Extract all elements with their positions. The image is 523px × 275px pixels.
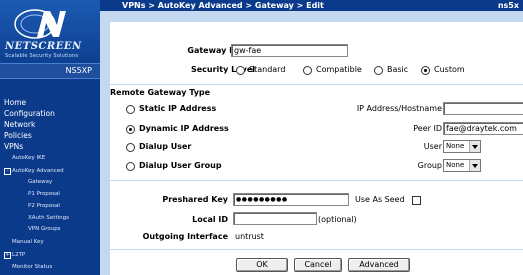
ok-button[interactable]: OK bbox=[236, 258, 288, 272]
security-basic-label: Basic bbox=[387, 65, 409, 74]
user-label: User bbox=[423, 142, 442, 151]
preshared-key-input[interactable]: ●●●●●●●●● bbox=[233, 193, 349, 206]
sidebar-item-configuration[interactable]: Configuration bbox=[0, 108, 100, 119]
advanced-button[interactable]: Advanced bbox=[348, 258, 410, 272]
security-compatible-radio[interactable] bbox=[303, 66, 312, 75]
device-model: NS5XP bbox=[0, 63, 100, 79]
group-label: Group bbox=[417, 161, 442, 170]
sidebar: NETSCREEN Scalable Security Solutions NS… bbox=[0, 0, 100, 275]
gateway-edit-form: Gateway Name gw-fae Security Level Stand… bbox=[110, 22, 523, 275]
sidebar-item-label: L2TP bbox=[12, 251, 26, 258]
sidebar-item-vpn-groups[interactable]: VPN Groups bbox=[0, 224, 100, 236]
remote-dynamic-ip-label: Dynamic IP Address bbox=[139, 124, 229, 133]
brand-name: NETSCREEN bbox=[5, 41, 82, 52]
sidebar-item-policies[interactable]: Policies bbox=[0, 130, 100, 141]
group-select-value: None bbox=[446, 161, 465, 169]
remote-dialup-user-radio[interactable] bbox=[126, 143, 135, 152]
sidebar-nav: Home Configuration Network Policies VPNs… bbox=[0, 97, 100, 274]
local-id-input[interactable] bbox=[233, 212, 317, 225]
sidebar-item-manual-key[interactable]: Manual Key bbox=[0, 236, 100, 249]
outgoing-interface-value: untrust bbox=[235, 232, 264, 241]
expand-icon[interactable]: + bbox=[4, 252, 11, 260]
user-select[interactable]: None bbox=[443, 140, 481, 153]
chevron-down-icon[interactable] bbox=[469, 141, 480, 152]
sidebar-item-gateway[interactable]: Gateway bbox=[0, 177, 100, 189]
security-custom-radio[interactable] bbox=[421, 66, 430, 75]
group-select[interactable]: None bbox=[443, 159, 481, 172]
sidebar-item-xauth-settings[interactable]: XAuth Settings bbox=[0, 213, 100, 225]
remote-static-ip-label: Static IP Address bbox=[139, 104, 217, 113]
sidebar-item-label: AutoKey IKE bbox=[12, 155, 46, 161]
sidebar-item-network[interactable]: Network bbox=[0, 119, 100, 130]
main-panel: Gateway Name gw-fae Security Level Stand… bbox=[100, 11, 523, 275]
user-select-value: None bbox=[446, 142, 465, 150]
optional-hint: (optional) bbox=[318, 215, 357, 224]
chevron-down-icon[interactable] bbox=[469, 160, 480, 171]
sidebar-item-p2-proposal[interactable]: P2 Proposal bbox=[0, 201, 100, 213]
sidebar-item-l2tp[interactable]: + L2TP bbox=[0, 249, 100, 262]
security-custom-label: Custom bbox=[434, 65, 465, 74]
security-standard-label: Standard bbox=[249, 65, 286, 74]
remote-gateway-type-title: Remote Gateway Type bbox=[110, 88, 211, 97]
peer-id-input[interactable]: fae@draytek.com bbox=[443, 122, 523, 135]
remote-dynamic-ip-radio[interactable] bbox=[126, 125, 135, 134]
sidebar-item-monitor-status[interactable]: Monitor Status bbox=[0, 261, 100, 274]
remote-dialup-group-radio[interactable] bbox=[126, 162, 135, 171]
device-name: ns5x bbox=[497, 1, 519, 10]
remote-dialup-user-label: Dialup User bbox=[139, 142, 192, 151]
divider bbox=[110, 249, 523, 250]
gateway-name-input[interactable]: gw-fae bbox=[231, 44, 348, 57]
peer-id-label: Peer ID bbox=[413, 124, 442, 133]
cancel-button[interactable]: Cancel bbox=[294, 258, 342, 272]
security-compatible-label: Compatible bbox=[316, 65, 362, 74]
sidebar-item-autokey-ike[interactable]: AutoKey IKE bbox=[0, 152, 100, 165]
sidebar-item-home[interactable]: Home bbox=[0, 97, 100, 108]
brand-tagline: Scalable Security Solutions bbox=[5, 53, 79, 59]
sidebar-item-label: Manual Key bbox=[12, 239, 44, 246]
preshared-key-label: Preshared Key bbox=[162, 195, 228, 204]
sidebar-item-autokey-advanced[interactable]: - AutoKey Advanced bbox=[0, 165, 100, 178]
sidebar-item-label: AutoKey Advanced bbox=[12, 167, 64, 174]
collapse-icon[interactable]: - bbox=[4, 168, 11, 176]
security-standard-radio[interactable] bbox=[236, 66, 245, 75]
remote-static-ip-radio[interactable] bbox=[126, 105, 135, 114]
breadcrumb: VPNs > AutoKey Advanced > Gateway > Edit bbox=[122, 1, 324, 10]
logo[interactable]: NETSCREEN Scalable Security Solutions bbox=[0, 0, 100, 63]
divider bbox=[110, 180, 523, 181]
title-bar: VPNs > AutoKey Advanced > Gateway > Edit… bbox=[100, 0, 523, 11]
sidebar-item-vpns[interactable]: VPNs bbox=[0, 141, 100, 152]
use-as-seed-checkbox[interactable] bbox=[412, 196, 421, 205]
use-as-seed-label: Use As Seed bbox=[355, 195, 405, 204]
sidebar-item-p1-proposal[interactable]: P1 Proposal bbox=[0, 189, 100, 201]
ip-address-label: IP Address/Hostname bbox=[356, 104, 442, 113]
security-basic-radio[interactable] bbox=[374, 66, 383, 75]
divider bbox=[110, 84, 523, 85]
netscreen-logo-icon bbox=[14, 9, 66, 39]
outgoing-interface-label: Outgoing Interface bbox=[142, 232, 228, 241]
ip-address-input[interactable] bbox=[443, 102, 523, 115]
sidebar-item-label: Monitor Status bbox=[12, 264, 53, 271]
local-id-label: Local ID bbox=[192, 215, 228, 224]
security-level-label: Security Level bbox=[190, 65, 255, 74]
remote-dialup-group-label: Dialup User Group bbox=[139, 161, 222, 170]
